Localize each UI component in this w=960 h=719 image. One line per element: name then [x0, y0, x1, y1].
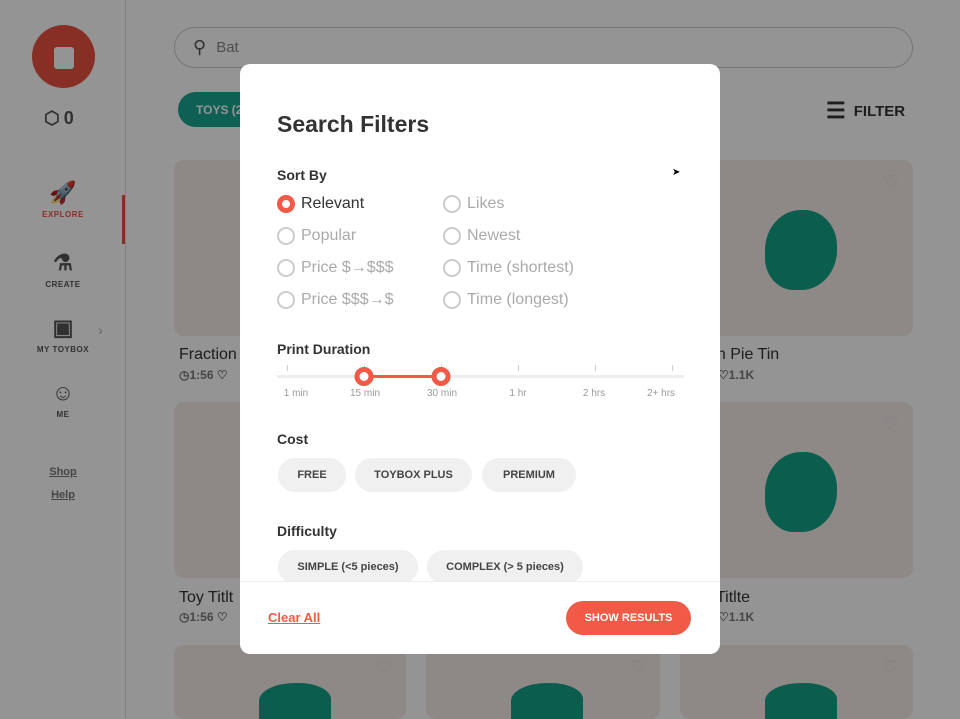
modal-footer: Clear All SHOW RESULTS	[240, 581, 720, 654]
slider-handle-max[interactable]	[431, 367, 451, 386]
duration-slider-track[interactable]	[277, 375, 684, 378]
mouse-cursor-icon: ➤	[672, 167, 681, 178]
print-duration-label: Print Duration	[277, 341, 371, 357]
tick-label: 1 min	[283, 388, 309, 399]
slider-tick	[287, 365, 288, 371]
clear-all-link[interactable]: Clear All	[268, 610, 320, 625]
cost-label: Cost	[277, 431, 309, 447]
slider-tick	[518, 365, 519, 371]
cost-toybox-plus-button[interactable]: TOYBOX PLUS	[355, 458, 472, 492]
radio-price-low-high[interactable]: Price $→$$$	[277, 259, 394, 277]
slider-tick	[672, 365, 673, 371]
radio-popular[interactable]: Popular	[277, 227, 356, 245]
sort-by-label: Sort By	[277, 167, 327, 183]
tick-label: 1 hr	[509, 388, 527, 399]
duration-slider-range	[364, 375, 441, 378]
tick-label: 30 min	[426, 388, 458, 399]
slider-tick	[595, 365, 596, 371]
tick-label: 2+ hrs	[646, 388, 676, 399]
cost-premium-button[interactable]: PREMIUM	[482, 458, 576, 492]
difficulty-label: Difficulty	[277, 523, 337, 539]
radio-likes[interactable]: Likes	[443, 195, 504, 213]
tick-label: 2 hrs	[582, 388, 606, 399]
radio-relevant[interactable]: Relevant	[277, 195, 364, 213]
radio-price-high-low[interactable]: Price $$$→$	[277, 291, 394, 309]
radio-time-shortest[interactable]: Time (shortest)	[443, 259, 574, 277]
radio-newest[interactable]: Newest	[443, 227, 520, 245]
radio-time-longest[interactable]: Time (longest)	[443, 291, 569, 309]
modal-body: Search Filters Sort By Relevant Likes Po…	[240, 64, 720, 581]
tick-label: 15 min	[349, 388, 381, 399]
show-results-button[interactable]: SHOW RESULTS	[566, 601, 691, 635]
difficulty-complex-button[interactable]: COMPLEX (> 5 pieces)	[427, 550, 583, 581]
cost-free-button[interactable]: FREE	[278, 458, 346, 492]
slider-handle-min[interactable]	[354, 367, 374, 386]
search-filters-modal: Search Filters Sort By Relevant Likes Po…	[240, 64, 720, 654]
modal-title: Search Filters	[277, 111, 430, 137]
difficulty-simple-button[interactable]: SIMPLE (<5 pieces)	[278, 550, 418, 581]
